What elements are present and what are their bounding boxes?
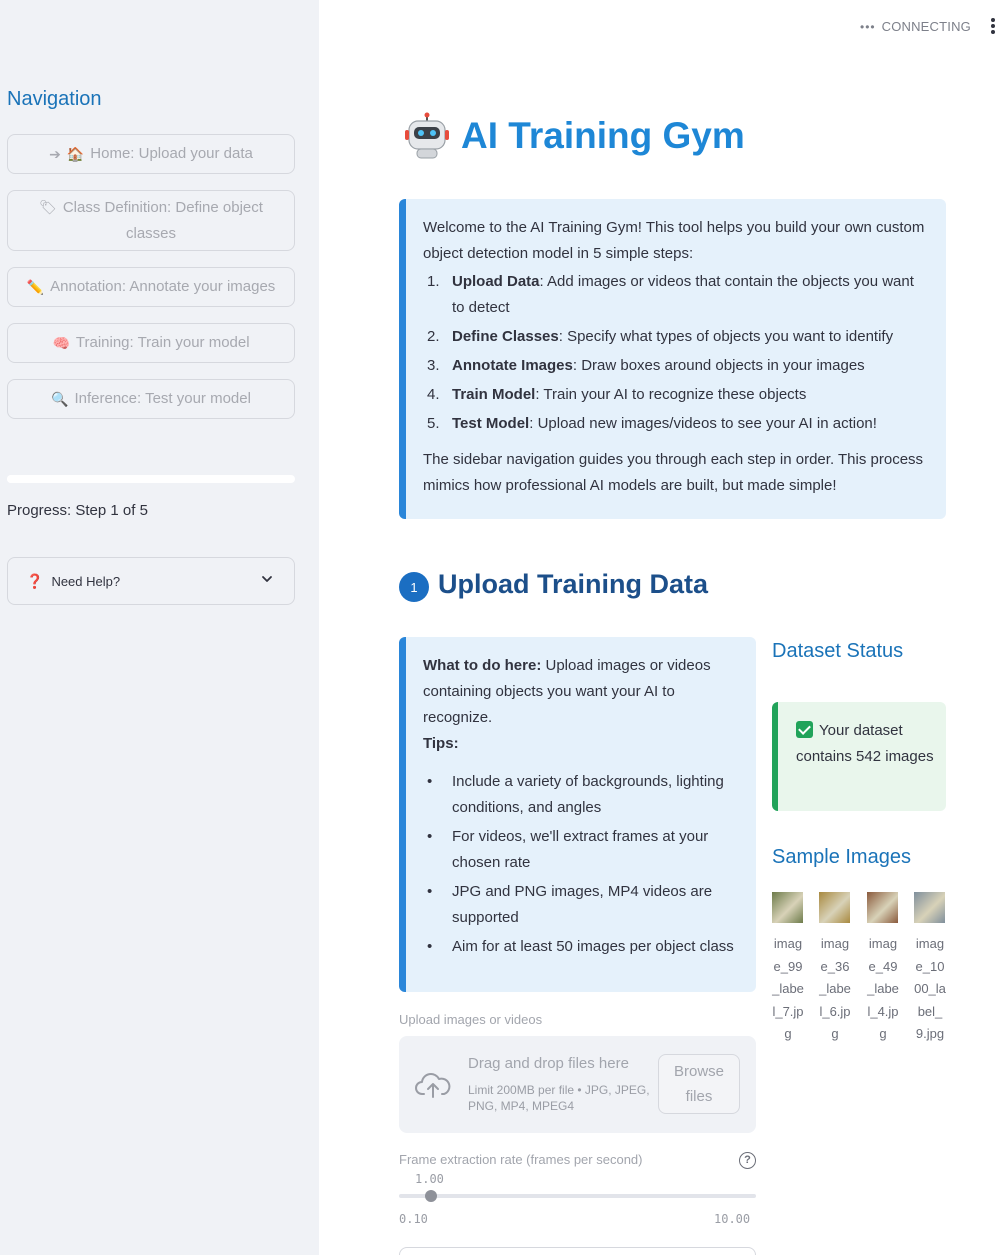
progress-text: Progress: Step 1 of 5: [7, 502, 148, 519]
tip-item: • Include a variety of backgrounds, light…: [427, 773, 724, 816]
sidebar-title: Navigation: [7, 88, 102, 110]
magnifier-icon: 🔍: [51, 391, 69, 407]
slider-max-label: 10.00: [714, 1212, 751, 1226]
uploader-label: Upload images or videos: [399, 1012, 543, 1027]
sidebar: Navigation ➔ 🏠 Home: Upload your data 🏷 C…: [0, 0, 319, 1255]
instructions-box: What to do here: Upload images or videos…: [399, 637, 756, 992]
sidebar-item-label: Annotation: Annotate your images: [50, 278, 276, 295]
sample-image-thumbnail[interactable]: [819, 892, 850, 923]
kebab-dot: [991, 18, 995, 22]
sample-image-thumbnail[interactable]: [867, 892, 898, 923]
steps-list: 1. Upload Data: Add images or videos that…: [423, 269, 928, 437]
step-item: 4. Train Model: Train your AI to recogniz…: [427, 386, 807, 403]
dataset-status-title: Dataset Status: [772, 640, 904, 662]
tag-icon: 🏷: [39, 199, 57, 215]
instructions-lead: What to do here: Upload images or videos…: [423, 657, 711, 726]
sidebar-item-training[interactable]: 🧠 Training: Train your model: [7, 323, 295, 363]
sample-images-title: Sample Images: [772, 846, 911, 868]
dropzone-instruction: Drag and drop files here: [468, 1055, 629, 1072]
step-item: 1. Upload Data: Add images or videos that…: [427, 273, 914, 316]
ellipsis-icon: •••: [860, 19, 876, 34]
sidebar-item-label: Home: Upload your data: [90, 145, 253, 162]
checkmark-icon: [796, 721, 813, 738]
frame-rate-slider-handle[interactable]: [425, 1190, 438, 1202]
tip-item: • For videos, we'll extract frames at you…: [427, 828, 709, 871]
file-dropzone[interactable]: Drag and drop files here Limit 200MB per…: [399, 1036, 756, 1133]
sample-image-caption: image_99_label_7.jpg: [772, 936, 804, 1041]
page-title: AI Training Gym: [461, 115, 745, 156]
sidebar-item-annotation[interactable]: ✏️ Annotation: Annotate your images: [7, 267, 295, 307]
dropzone-limits: Limit 200MB per file • JPG, JPEG, PNG, M…: [468, 1083, 650, 1113]
sample-image-thumbnail[interactable]: [772, 892, 803, 923]
tip-item: • JPG and PNG images, MP4 videos are supp…: [427, 883, 713, 926]
sample-image-caption: image_1000_label_9.jpg: [914, 936, 946, 1041]
browse-files-button[interactable]: Browse files: [658, 1054, 740, 1114]
kebab-dot: [991, 30, 995, 34]
need-help-label: Need Help?: [51, 573, 121, 589]
pencil-icon: ✏️: [26, 279, 45, 295]
chevron-down-icon: [262, 576, 272, 582]
sample-image-caption: image_36_label_6.jpg: [819, 936, 851, 1041]
tips-list: • Include a variety of backgrounds, light…: [423, 769, 744, 960]
frame-rate-slider-track[interactable]: [399, 1194, 756, 1198]
slider-value: 1.00: [415, 1172, 444, 1186]
page-header: AI Training Gym: [403, 112, 745, 160]
sidebar-item-home[interactable]: ➔ 🏠 Home: Upload your data: [7, 134, 295, 174]
step-number-badge: 1: [399, 572, 429, 602]
dataset-status-message: Your dataset contains 542 images: [796, 722, 934, 765]
sample-image-caption: image_49_label_4.jpg: [867, 936, 899, 1041]
slider-label: Frame extraction rate (frames per second…: [399, 1152, 643, 1167]
arrow-right-icon: ➔: [49, 146, 61, 162]
welcome-intro: Welcome to the AI Training Gym! This too…: [423, 219, 925, 262]
connection-status: ••• CONNECTING: [860, 19, 971, 34]
sidebar-item-label: Training: Train your model: [75, 334, 250, 351]
sidebar-item-inference[interactable]: 🔍 Inference: Test your model: [7, 379, 295, 419]
need-help-expander[interactable]: ❓ Need Help?: [7, 557, 295, 605]
sample-image-thumbnail[interactable]: [914, 892, 945, 923]
step-item: 3. Annotate Images: Draw boxes around obj…: [427, 357, 865, 374]
main-menu-button[interactable]: [986, 18, 1000, 38]
section-heading: 1 Upload Training Data: [399, 566, 708, 602]
brain-icon: 🧠: [52, 335, 70, 351]
help-icon[interactable]: ?: [739, 1152, 756, 1169]
sidebar-item-label: Inference: Test your model: [74, 390, 251, 407]
sidebar-item-label: 🏷 Class Definition: Define object classes: [39, 199, 263, 242]
house-icon: 🏠: [66, 146, 85, 162]
progress-bar: [7, 475, 295, 483]
dataset-status-box: Your dataset contains 542 images: [772, 702, 946, 811]
cloud-upload-icon: [415, 1073, 451, 1098]
progress-bar-fill: [7, 475, 65, 483]
step-item: 2. Define Classes: Specify what types of …: [427, 328, 894, 345]
next-widget[interactable]: [399, 1247, 756, 1255]
kebab-dot: [991, 24, 995, 28]
slider-min-label: 0.10: [399, 1212, 428, 1226]
question-icon: ❓: [26, 572, 44, 589]
tip-item: • Aim for at least 50 images per object c…: [427, 938, 734, 955]
section-title: Upload Training Data: [438, 568, 709, 599]
welcome-outro: The sidebar navigation guides you throug…: [423, 451, 924, 494]
welcome-info-box: Welcome to the AI Training Gym! This too…: [399, 199, 946, 519]
robot-icon: [405, 112, 449, 159]
connection-status-text: CONNECTING: [881, 19, 971, 34]
tips-label: Tips:: [423, 735, 459, 752]
step-item: 5. Test Model: Upload new images/videos t…: [427, 415, 877, 432]
sidebar-item-class-definition[interactable]: 🏷 Class Definition: Define object classes: [7, 190, 295, 251]
